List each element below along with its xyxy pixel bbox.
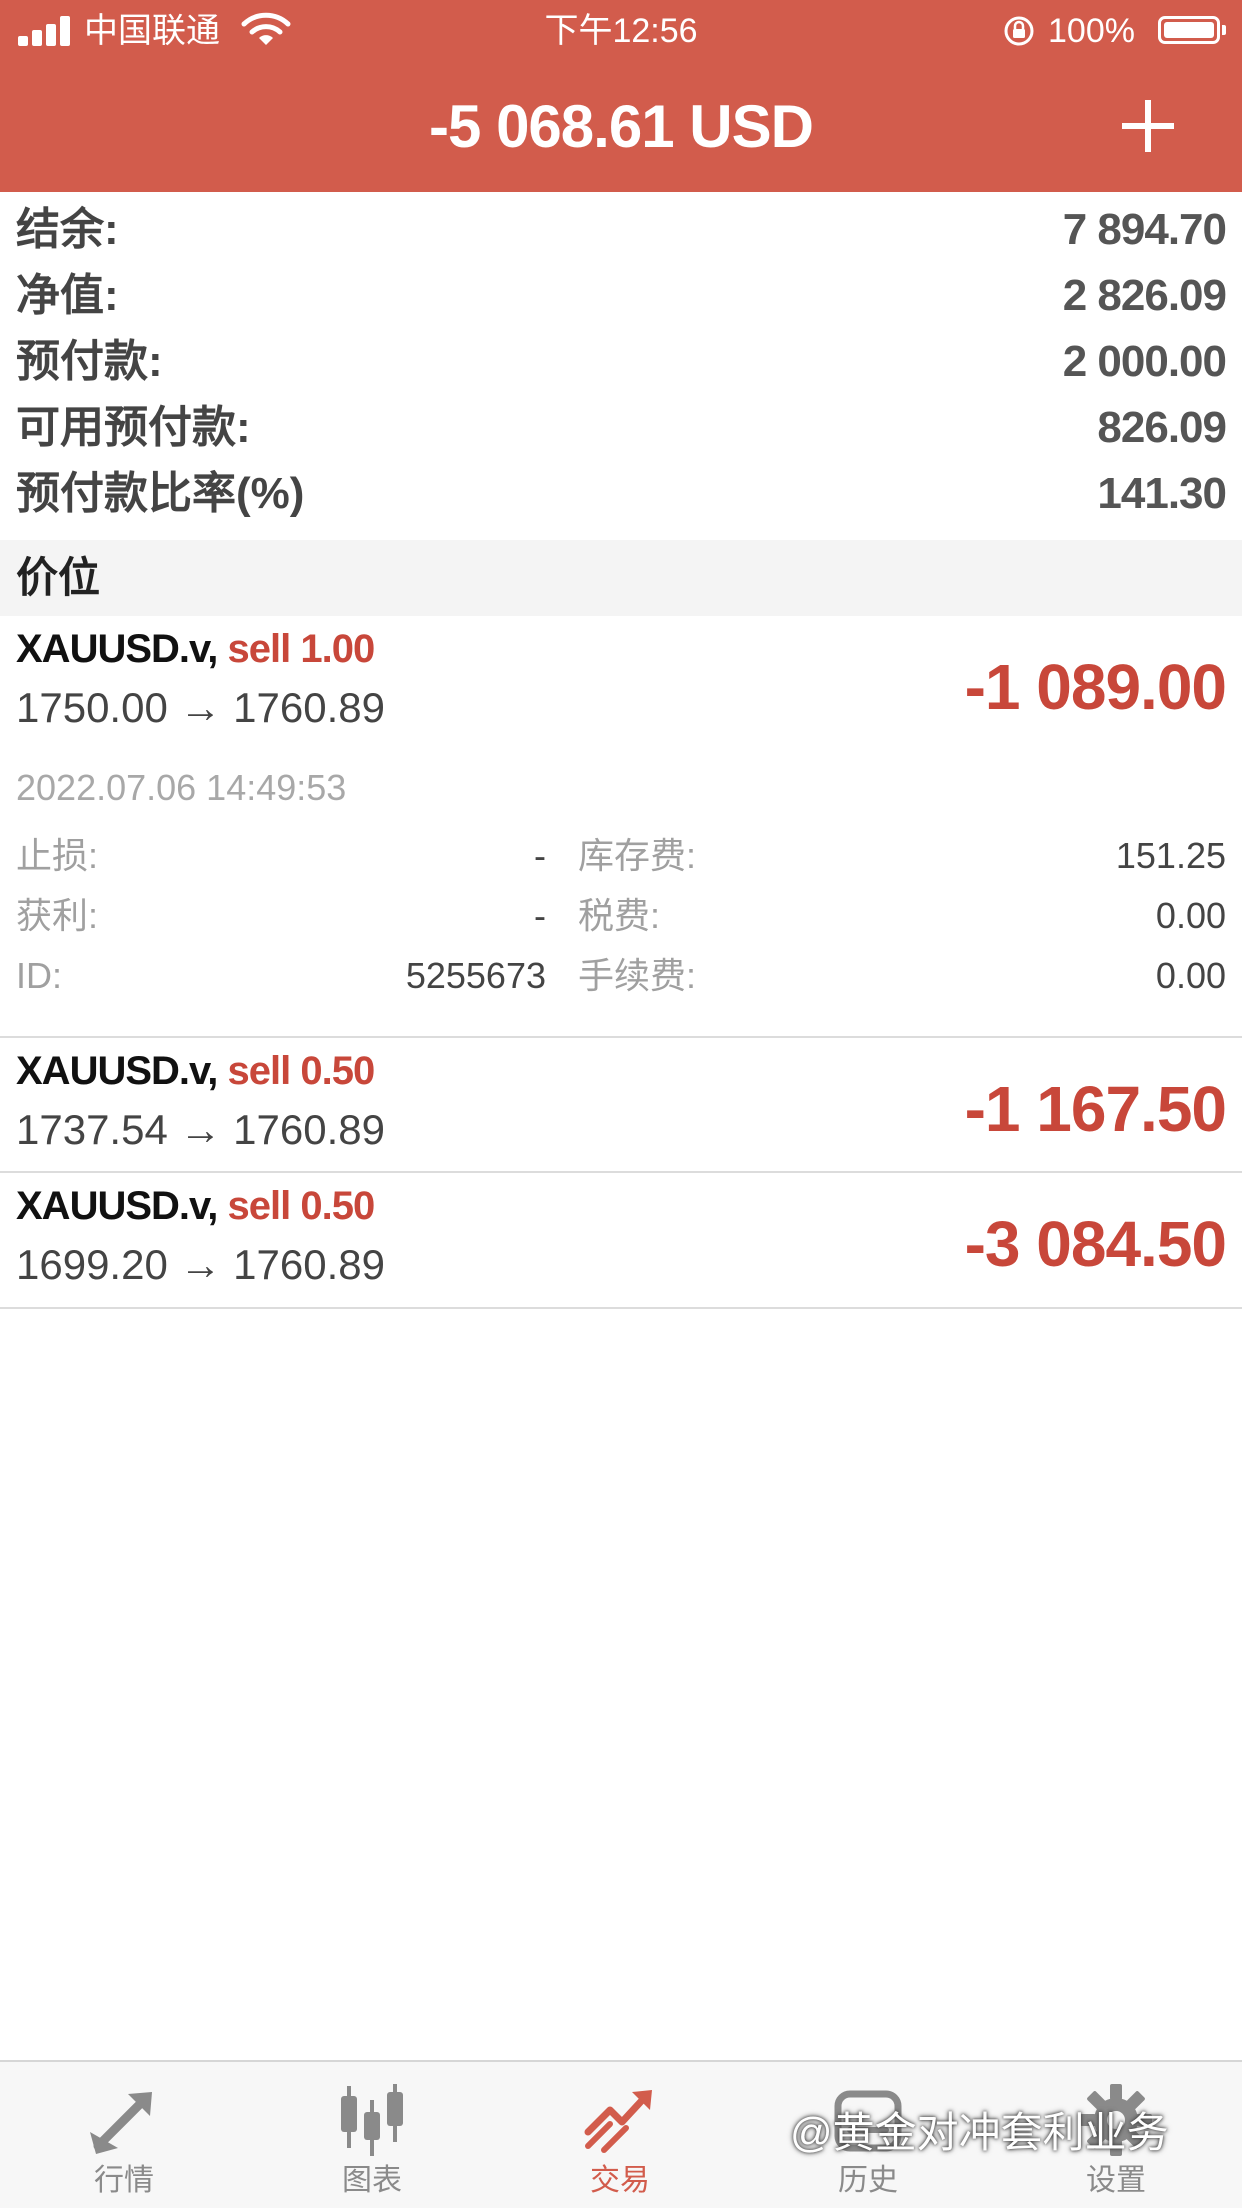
margin-label: 预付款:	[16, 337, 163, 386]
summary-row-equity: 净值: 2 826.09	[0, 262, 1242, 328]
tab-label: 设置	[1086, 2164, 1146, 2197]
account-summary: 结余: 7 894.70 净值: 2 826.09 预付款: 2 000.00 …	[0, 196, 1242, 526]
id-value: 5255673	[405, 955, 546, 996]
tab-label: 图表	[342, 2164, 402, 2197]
position-side: sell 1.00	[227, 627, 376, 671]
id-label: ID:	[16, 955, 63, 996]
tab-label: 交易	[590, 2164, 650, 2197]
free-margin-value: 826.09	[1097, 403, 1227, 452]
battery-percentage: 100%	[1048, 12, 1135, 50]
position-symbol: XAUUSD.v,	[16, 627, 218, 671]
tab-charts[interactable]: 图表	[248, 2062, 496, 2208]
position-open-time: 2022.07.06 14:49:53	[16, 767, 347, 808]
trade-trend-icon	[584, 2090, 652, 2153]
position-symbol: XAUUSD.v,	[16, 1184, 218, 1228]
summary-row-margin-level: 预付款比率(%) 141.30	[0, 460, 1242, 526]
equity-value: 2 826.09	[1062, 271, 1227, 320]
position-prices: 1750.00 → 1760.89	[16, 684, 385, 731]
swap-label: 库存费:	[578, 835, 697, 876]
margin-level-label: 预付款比率(%)	[16, 469, 305, 518]
position-side: sell 0.50	[227, 1049, 376, 1093]
tax-value: 0.00	[1155, 895, 1226, 936]
positions-section-header: 价位	[0, 540, 1242, 616]
commission-value: 0.00	[1155, 955, 1226, 996]
floating-profit-total: -5 068.61 USD	[429, 93, 814, 160]
take-profit-value: -	[534, 895, 546, 936]
rotation-lock-icon	[1004, 16, 1034, 46]
position-symbol: XAUUSD.v,	[16, 1049, 218, 1093]
section-title: 价位	[16, 554, 101, 601]
position-header: XAUUSD.v, sell 0.50	[16, 1046, 376, 1096]
position-row[interactable]: XAUUSD.v, sell 0.50 1699.20 → 1760.89 -3…	[0, 1173, 1242, 1309]
candlestick-chart-icon	[341, 2084, 403, 2156]
battery-icon	[1158, 16, 1226, 44]
stop-loss-label: 止损:	[16, 835, 99, 876]
summary-row-balance: 结余: 7 894.70	[0, 196, 1242, 262]
status-bar: 中国联通 下午12:56 100%	[0, 0, 1242, 62]
add-order-button[interactable]	[1118, 96, 1178, 156]
balance-label: 结余:	[16, 205, 119, 254]
stop-loss-value: -	[534, 835, 546, 876]
position-profit: -3 084.50	[964, 1208, 1227, 1280]
equity-label: 净值:	[16, 271, 119, 320]
app-header: 中国联通 下午12:56 100% -5 068.61 USD	[0, 0, 1242, 192]
tax-label: 税费:	[578, 895, 661, 936]
tab-label: 历史	[838, 2164, 898, 2197]
position-profit: -1 089.00	[964, 651, 1227, 723]
margin-value: 2 000.00	[1062, 337, 1227, 386]
position-header: XAUUSD.v, sell 1.00	[16, 624, 376, 674]
summary-row-free-margin: 可用预付款: 826.09	[0, 394, 1242, 460]
position-prices: 1737.54 → 1760.89	[16, 1106, 385, 1153]
position-side: sell 0.50	[227, 1184, 376, 1228]
position-profit: -1 167.50	[964, 1073, 1227, 1145]
summary-row-margin: 预付款: 2 000.00	[0, 328, 1242, 394]
take-profit-label: 获利:	[16, 895, 99, 936]
position-header: XAUUSD.v, sell 0.50	[16, 1181, 376, 1231]
free-margin-label: 可用预付款:	[16, 403, 251, 452]
position-row[interactable]: XAUUSD.v, sell 0.50 1737.54 → 1760.89 -1…	[0, 1038, 1242, 1173]
tab-quotes[interactable]: 行情	[0, 2062, 248, 2208]
margin-level-value: 141.30	[1097, 469, 1227, 518]
commission-label: 手续费:	[578, 955, 697, 996]
watermark-text: @黄金对冲套利业务	[790, 2109, 1169, 2156]
position-prices: 1699.20 → 1760.89	[16, 1241, 385, 1288]
balance-value: 7 894.70	[1062, 205, 1227, 254]
position-row[interactable]: XAUUSD.v, sell 1.00 1750.00 → 1760.89 -1…	[0, 616, 1242, 1038]
quotes-arrows-icon	[90, 2092, 152, 2154]
tab-trade[interactable]: 交易	[496, 2062, 744, 2208]
swap-value: 151.25	[1115, 835, 1226, 876]
tab-label: 行情	[94, 2164, 154, 2197]
